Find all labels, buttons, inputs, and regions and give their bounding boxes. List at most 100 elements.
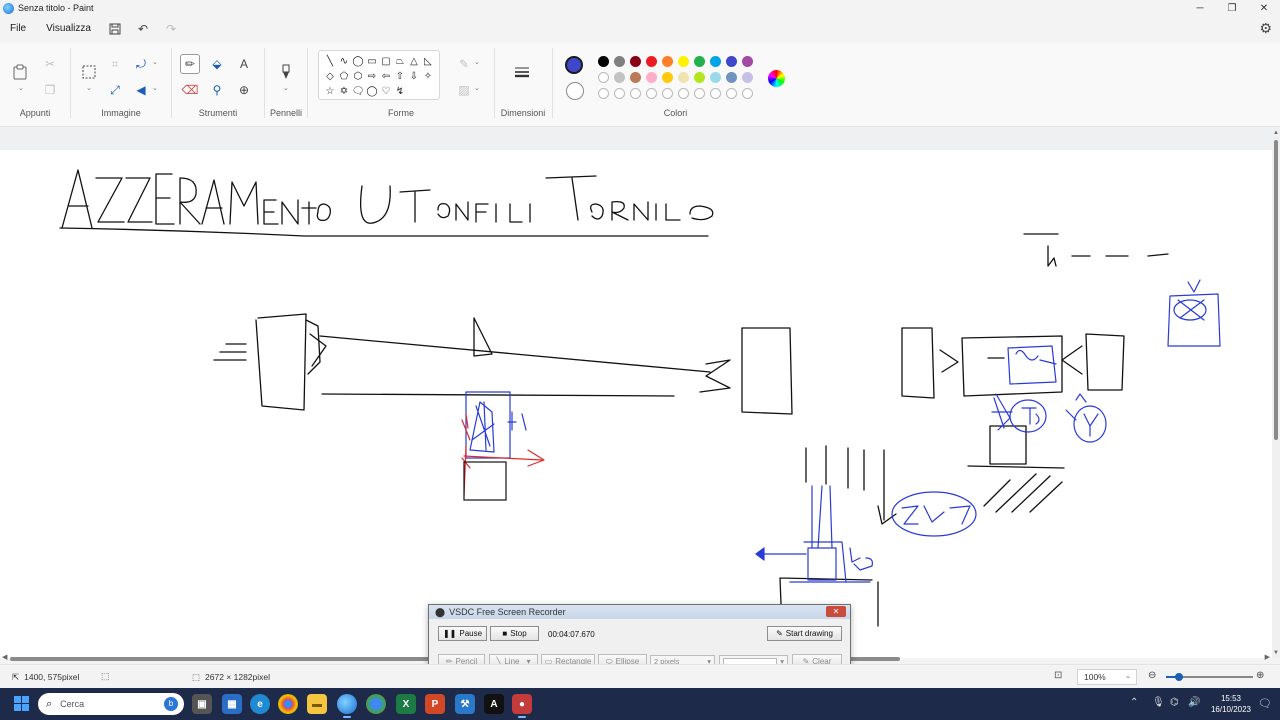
shape-option-icon[interactable]: ⇩ [407, 69, 421, 84]
resize-icon[interactable]: ⤢ [105, 80, 125, 100]
file-explorer-icon[interactable]: ▬ [307, 694, 327, 714]
fill-bucket-icon[interactable]: ⬙ [207, 54, 227, 74]
cut-icon[interactable]: ✂ [40, 54, 60, 74]
shape-option-icon[interactable]: △ [407, 54, 421, 69]
select-rectangle-icon[interactable] [79, 62, 99, 82]
color-swatch[interactable] [662, 56, 673, 67]
shape-option-icon[interactable]: ↯ [393, 84, 407, 99]
ms-store-icon[interactable]: ▦ [222, 694, 242, 714]
minimize-icon[interactable]: ─ [1184, 0, 1216, 16]
shape-option-icon[interactable]: ▭ [365, 54, 379, 69]
color-swatch[interactable] [742, 72, 753, 83]
app-icon[interactable]: ⚒ [455, 694, 475, 714]
paste-icon[interactable] [10, 62, 30, 82]
pause-button[interactable]: ❚❚ Pause [438, 626, 487, 641]
network-icon[interactable]: ⌬ [1170, 697, 1179, 708]
magnifier-icon[interactable]: ⊕ [234, 80, 254, 100]
shape-option-icon[interactable]: ✧ [421, 69, 435, 84]
color-swatch[interactable] [678, 56, 689, 67]
color-swatch[interactable] [614, 88, 625, 99]
brush-icon[interactable] [276, 62, 296, 82]
color-swatch[interactable] [646, 56, 657, 67]
color-swatch[interactable] [726, 56, 737, 67]
volume-icon[interactable]: 🔊 [1188, 697, 1200, 708]
flip-icon[interactable]: ◀ [131, 80, 151, 100]
scroll-right-icon[interactable]: ▶ [1265, 653, 1270, 661]
crop-icon[interactable]: ⌗ [105, 54, 125, 74]
close-icon[interactable]: ✕ [1248, 0, 1280, 16]
windows-start-icon[interactable] [14, 696, 29, 711]
color-swatch[interactable] [646, 88, 657, 99]
shape-option-icon[interactable]: ⇧ [393, 69, 407, 84]
shape-option-icon[interactable]: ☆ [323, 84, 337, 99]
scroll-up-icon[interactable]: ▲ [1272, 130, 1280, 136]
scroll-left-icon[interactable]: ◀ [2, 653, 7, 661]
chrome-profile-icon[interactable] [366, 694, 386, 714]
shape-option-icon[interactable]: ♡ [379, 84, 393, 99]
color-swatch[interactable] [694, 56, 705, 67]
bing-icon[interactable]: b [164, 697, 178, 711]
shape-option-icon[interactable]: ⏢ [393, 54, 407, 69]
rotate-chevron-down-icon[interactable]: ⌄ [152, 58, 158, 66]
edge-icon[interactable]: e [250, 694, 270, 714]
vsdc-recorder-icon[interactable]: ● [512, 694, 532, 718]
vertical-scrollbar[interactable]: ▲ ▼ [1272, 128, 1280, 658]
shape-option-icon[interactable]: ◯ [365, 84, 379, 99]
zoom-slider[interactable] [1166, 673, 1253, 681]
color-swatch[interactable] [694, 88, 705, 99]
scroll-down-icon[interactable]: ▼ [1272, 650, 1280, 656]
fit-to-window-icon[interactable]: ⊡ [1054, 670, 1062, 681]
notifications-icon[interactable]: 🗨 [1258, 697, 1272, 710]
select-chevron-down-icon[interactable]: ⌄ [86, 84, 92, 92]
outline-chevron-down-icon[interactable]: ⌄ [474, 58, 480, 66]
outline-icon[interactable]: ✎ [454, 54, 474, 74]
color-swatch[interactable] [694, 72, 705, 83]
shape-option-icon[interactable]: ⇦ [379, 69, 393, 84]
start-drawing-button[interactable]: ✎ Start drawing [767, 626, 842, 641]
undo-icon[interactable]: ↶ [129, 18, 157, 40]
color-swatch[interactable] [742, 88, 753, 99]
zoom-out-icon[interactable]: ⊖ [1148, 670, 1156, 681]
color-swatch[interactable] [662, 88, 673, 99]
color-swatch[interactable] [678, 72, 689, 83]
eraser-icon[interactable]: ⌫ [180, 80, 200, 100]
brush-chevron-down-icon[interactable]: ⌄ [283, 84, 289, 92]
color-swatch[interactable] [742, 56, 753, 67]
color-swatch[interactable] [614, 72, 625, 83]
shape-option-icon[interactable]: ⬡ [351, 69, 365, 84]
color-swatch[interactable] [630, 56, 641, 67]
shape-option-icon[interactable]: ✡ [337, 84, 351, 99]
shape-option-icon[interactable]: ◯ [351, 54, 365, 69]
redo-icon[interactable]: ↷ [157, 18, 185, 40]
excel-icon[interactable]: X [396, 694, 416, 714]
shape-option-icon[interactable]: ⬠ [337, 69, 351, 84]
pencil-icon[interactable]: ✏ [180, 54, 200, 74]
color-swatch[interactable] [598, 56, 609, 67]
color-picker-icon[interactable]: ⚲ [207, 80, 227, 100]
chrome-icon[interactable] [278, 694, 298, 714]
line-size-icon[interactable] [512, 62, 532, 82]
shape-option-icon[interactable]: 🗨 [351, 84, 365, 99]
shape-option-icon[interactable]: ⇨ [365, 69, 379, 84]
secondary-color[interactable] [566, 82, 584, 100]
color-swatch[interactable] [710, 88, 721, 99]
color-swatch[interactable] [646, 72, 657, 83]
vertical-scroll-thumb[interactable] [1274, 140, 1278, 440]
rotate-icon[interactable]: ⤾ [131, 54, 151, 74]
zoom-slider-knob[interactable] [1175, 673, 1184, 681]
task-view-icon[interactable]: ▣ [192, 694, 212, 714]
microphone-icon[interactable]: 🎙 [1152, 697, 1165, 708]
menu-file[interactable]: File [0, 18, 36, 40]
shape-option-icon[interactable]: ∿ [337, 54, 351, 69]
shape-fill-icon[interactable]: ▨ [454, 80, 474, 100]
shape-fill-chevron-down-icon[interactable]: ⌄ [474, 84, 480, 92]
tray-chevron-up-icon[interactable]: ⌃ [1130, 697, 1138, 708]
color-swatch[interactable] [598, 72, 609, 83]
color-swatch[interactable] [630, 88, 641, 99]
color-swatch[interactable] [630, 72, 641, 83]
zoom-in-icon[interactable]: ⊕ [1256, 670, 1264, 681]
cad-icon[interactable]: A [484, 694, 504, 714]
edit-colors-icon[interactable] [768, 70, 785, 87]
color-swatch[interactable] [710, 72, 721, 83]
primary-color[interactable] [565, 56, 583, 74]
